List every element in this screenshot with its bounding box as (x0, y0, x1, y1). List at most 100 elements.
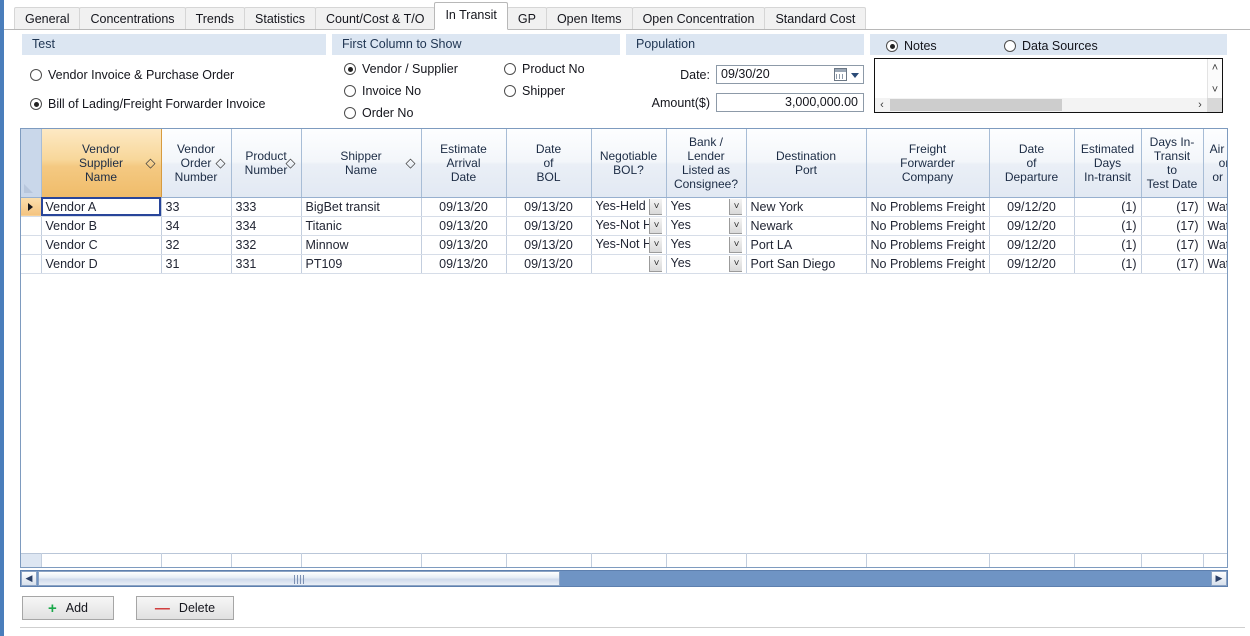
radio-data-sources[interactable]: Data Sources (1004, 39, 1098, 53)
cell-air-or-water[interactable]: Water (1203, 235, 1228, 254)
combo-cell[interactable]: Yes-Not H˅ (596, 237, 662, 253)
tab-open-items[interactable]: Open Items (546, 7, 633, 30)
combo-cell[interactable]: Yes-Held˅ (596, 199, 662, 215)
add-button[interactable]: + Add (22, 596, 114, 620)
chevron-down-icon[interactable]: ˅ (729, 256, 742, 272)
combo-cell[interactable]: Yes˅ (671, 199, 742, 215)
cell-negotiable-bol[interactable]: ˅ (591, 254, 666, 273)
cell-estimate-arrival-date[interactable]: 09/13/20 (421, 216, 506, 235)
cell-vendor-supplier-name[interactable]: Vendor C (41, 235, 161, 254)
cell-days-in-transit-to-test-date[interactable]: (17) (1141, 235, 1203, 254)
combo-cell[interactable]: Yes˅ (671, 218, 742, 234)
cell-vendor-supplier-name[interactable]: Vendor D (41, 254, 161, 273)
grid-corner-header[interactable] (21, 129, 41, 197)
column-header-estimated-days-in-transit[interactable]: Estimated Days In-transit (1074, 129, 1141, 197)
tab-open-concentration[interactable]: Open Concentration (632, 7, 766, 30)
combo-cell[interactable]: Yes˅ (671, 256, 742, 272)
tab-in-transit[interactable]: In Transit (434, 2, 507, 30)
notes-horizontal-scrollbar[interactable]: ‹ › (875, 98, 1222, 112)
grid-horizontal-scrollbar[interactable]: ◀ ▶ (20, 570, 1228, 587)
column-header-estimate-arrival-date[interactable]: Estimate Arrival Date (421, 129, 506, 197)
delete-button[interactable]: — Delete (136, 596, 234, 620)
cell-estimated-days-in-transit[interactable]: (1) (1074, 254, 1141, 273)
cell-days-in-transit-to-test-date[interactable]: (17) (1141, 197, 1203, 216)
radio-shipper[interactable]: Shipper (504, 84, 565, 98)
radio-order-no[interactable]: Order No (344, 106, 413, 120)
row-selector[interactable] (21, 197, 41, 216)
cell-destination-port[interactable]: New York (746, 197, 866, 216)
chevron-down-icon[interactable]: ˅ (649, 256, 662, 272)
calendar-icon[interactable] (834, 68, 847, 81)
scrollbar-thumb[interactable] (38, 571, 560, 586)
cell-product-number[interactable]: 333 (231, 197, 301, 216)
tab-standard-cost[interactable]: Standard Cost (764, 7, 866, 30)
column-header-negotiable-bol[interactable]: Negotiable BOL? (591, 129, 666, 197)
column-header-freight-forwarder-company[interactable]: Freight Forwarder Company (866, 129, 989, 197)
radio-product-no[interactable]: Product No (504, 62, 585, 76)
date-input[interactable]: 09/30/20 (716, 65, 864, 84)
tab-concentrations[interactable]: Concentrations (79, 7, 185, 30)
column-header-vendor-supplier-name[interactable]: Vendor Supplier Name◇ (41, 129, 161, 197)
cell-product-number[interactable]: 332 (231, 235, 301, 254)
tab-count-cost-t-o[interactable]: Count/Cost & T/O (315, 7, 435, 30)
column-header-vendor-order-number[interactable]: Vendor Order Number◇ (161, 129, 231, 197)
column-header-air-or-water[interactable]: Air or or or G (1203, 129, 1228, 197)
column-header-shipper-name[interactable]: Shipper Name◇ (301, 129, 421, 197)
cell-freight-forwarder-company[interactable]: No Problems Freight (866, 254, 989, 273)
chevron-down-icon[interactable]: ˅ (649, 199, 662, 215)
chevron-down-icon[interactable]: ˅ (729, 218, 742, 234)
combo-cell[interactable]: ˅ (596, 256, 662, 272)
column-header-bank-lender-consignee[interactable]: Bank / Lender Listed as Consignee? (666, 129, 746, 197)
cell-destination-port[interactable]: Newark (746, 216, 866, 235)
cell-air-or-water[interactable]: Water (1203, 254, 1228, 273)
chevron-down-icon[interactable]: ˅ (649, 237, 662, 253)
cell-date-of-departure[interactable]: 09/12/20 (989, 197, 1074, 216)
amount-input[interactable]: 3,000,000.00 (716, 93, 864, 112)
table-row[interactable]: Vendor A33333BigBet transit09/13/2009/13… (21, 197, 1228, 216)
radio-bill-of-lading-freight-forwarder-invoice[interactable]: Bill of Lading/Freight Forwarder Invoice (30, 97, 265, 111)
notes-vertical-scrollbar[interactable]: ˄ ˅ (1207, 59, 1222, 98)
notes-textarea[interactable]: ˄ ˅ ‹ › (874, 58, 1223, 113)
cell-shipper-name[interactable]: Titanic (301, 216, 421, 235)
cell-date-of-bol[interactable]: 09/13/20 (506, 254, 591, 273)
radio-vendor-invoice-purchase-order[interactable]: Vendor Invoice & Purchase Order (30, 68, 234, 82)
column-header-date-of-bol[interactable]: Date of BOL (506, 129, 591, 197)
radio-invoice-no[interactable]: Invoice No (344, 84, 421, 98)
chevron-down-icon[interactable]: ˅ (729, 237, 742, 253)
scroll-right-icon[interactable]: › (1193, 98, 1207, 112)
tab-statistics[interactable]: Statistics (244, 7, 316, 30)
cell-product-number[interactable]: 331 (231, 254, 301, 273)
cell-days-in-transit-to-test-date[interactable]: (17) (1141, 254, 1203, 273)
table-row[interactable]: Vendor D31331PT10909/13/2009/13/20˅Yes˅P… (21, 254, 1228, 273)
cell-estimated-days-in-transit[interactable]: (1) (1074, 216, 1141, 235)
row-selector[interactable] (21, 216, 41, 235)
table-row[interactable]: Vendor C32332Minnow09/13/2009/13/20Yes-N… (21, 235, 1228, 254)
cell-air-or-water[interactable]: Water (1203, 216, 1228, 235)
row-selector[interactable] (21, 254, 41, 273)
cell-days-in-transit-to-test-date[interactable]: (17) (1141, 216, 1203, 235)
cell-date-of-departure[interactable]: 09/12/20 (989, 235, 1074, 254)
column-header-product-number[interactable]: Product Number◇ (231, 129, 301, 197)
cell-estimate-arrival-date[interactable]: 09/13/20 (421, 254, 506, 273)
cell-freight-forwarder-company[interactable]: No Problems Freight (866, 216, 989, 235)
combo-cell[interactable]: Yes˅ (671, 237, 742, 253)
cell-destination-port[interactable]: Port LA (746, 235, 866, 254)
cell-vendor-order-number[interactable]: 31 (161, 254, 231, 273)
cell-date-of-departure[interactable]: 09/12/20 (989, 216, 1074, 235)
cell-freight-forwarder-company[interactable]: No Problems Freight (866, 197, 989, 216)
column-header-date-of-departure[interactable]: Date of Departure (989, 129, 1074, 197)
column-header-days-in-transit-to-test-date[interactable]: Days In- Transit to Test Date (1141, 129, 1203, 197)
cell-date-of-bol[interactable]: 09/13/20 (506, 216, 591, 235)
cell-bank-lender-consignee[interactable]: Yes˅ (666, 216, 746, 235)
scroll-up-icon[interactable]: ˄ (1208, 61, 1222, 76)
scroll-down-icon[interactable]: ˅ (1208, 83, 1222, 98)
cell-vendor-order-number[interactable]: 34 (161, 216, 231, 235)
grid-empty-area[interactable] (21, 273, 1228, 553)
cell-date-of-departure[interactable]: 09/12/20 (989, 254, 1074, 273)
cell-estimate-arrival-date[interactable]: 09/13/20 (421, 235, 506, 254)
cell-bank-lender-consignee[interactable]: Yes˅ (666, 254, 746, 273)
cell-shipper-name[interactable]: PT109 (301, 254, 421, 273)
cell-date-of-bol[interactable]: 09/13/20 (506, 197, 591, 216)
cell-vendor-order-number[interactable]: 33 (161, 197, 231, 216)
chevron-down-icon[interactable] (851, 73, 859, 78)
